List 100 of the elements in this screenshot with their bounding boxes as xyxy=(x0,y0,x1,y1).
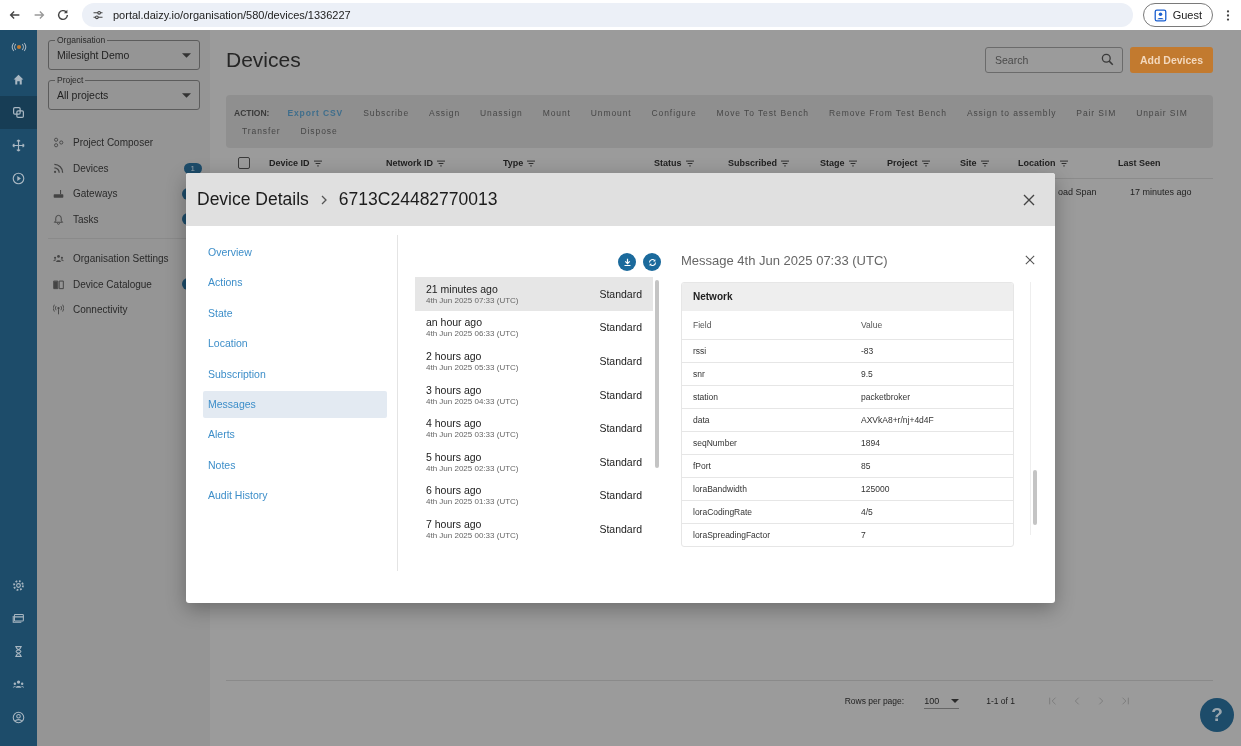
sidebar-item[interactable]: Organisation Settings xyxy=(48,246,200,272)
table-cell-text: rssi xyxy=(692,346,708,356)
close-icon[interactable] xyxy=(1023,193,1035,206)
column-header[interactable]: Subscribed xyxy=(728,158,820,168)
dialog-nav-item[interactable]: Notes xyxy=(203,451,387,479)
table-cell-text: station xyxy=(692,392,720,402)
message-item[interactable]: 5 hours ago 4th Jun 2025 02:33 (UTC) Standard xyxy=(415,444,653,479)
message-item[interactable]: 21 minutes ago 4th Jun 2025 07:33 (UTC) Standard xyxy=(415,277,653,311)
address-bar[interactable]: portal.daizy.io/organisation/580/devices/1336227 xyxy=(82,3,1133,27)
menu-icon[interactable] xyxy=(1226,8,1230,22)
column-header[interactable]: Last Seen xyxy=(1118,158,1213,168)
table-cell-text: oad Span xyxy=(1058,187,1098,197)
site-settings-icon[interactable] xyxy=(92,9,104,21)
people-icon xyxy=(12,678,25,691)
select-all-checkbox[interactable] xyxy=(238,157,250,169)
dialog-nav-item[interactable]: Overview xyxy=(203,239,387,266)
hourglass-icon xyxy=(12,645,25,658)
table-cell-text: loraBandwidth xyxy=(692,484,748,494)
message-item[interactable]: an hour ago 4th Jun 2025 06:33 (UTC) Standard xyxy=(415,310,653,345)
download-icon xyxy=(622,257,632,267)
table-cell-text: snr xyxy=(692,369,706,379)
message-item[interactable]: 4 hours ago 4th Jun 2025 03:33 (UTC) Standard xyxy=(415,411,653,445)
column-header[interactable]: Site xyxy=(960,158,1018,168)
composer-icon xyxy=(53,137,64,149)
filter-icon[interactable] xyxy=(921,159,930,167)
logo-icon xyxy=(10,41,27,52)
column-header[interactable]: Device ID xyxy=(269,158,386,168)
close-icon[interactable] xyxy=(1025,255,1035,265)
filter-icon[interactable] xyxy=(685,159,694,167)
sidebar-item[interactable]: Connectivity xyxy=(48,297,200,323)
rows-per-page-select[interactable]: 100 xyxy=(924,693,960,709)
column-header: Value xyxy=(861,320,883,330)
rail-button[interactable] xyxy=(0,96,37,129)
people-icon xyxy=(53,253,64,265)
field-label: Organisation xyxy=(55,35,108,45)
caret-icon xyxy=(951,698,960,703)
field-label: Project xyxy=(55,75,86,85)
message-title: Message 4th Jun 2025 07:33 (UTC) xyxy=(681,252,888,268)
column-header[interactable]: Status xyxy=(654,158,728,168)
profile-button[interactable]: Guest xyxy=(1142,3,1213,27)
column-header[interactable]: Location xyxy=(1018,158,1118,168)
card-title: Network xyxy=(682,283,1013,311)
dialog-nav-item[interactable]: Messages xyxy=(203,390,387,418)
filter-icon[interactable] xyxy=(1059,159,1068,167)
filter-icon[interactable] xyxy=(527,159,536,167)
book-icon xyxy=(53,278,64,290)
person-icon xyxy=(1153,8,1167,22)
router-icon xyxy=(53,188,64,200)
column-header[interactable]: Network ID xyxy=(386,158,503,168)
rows-per-page-label: Rows per page: xyxy=(844,696,905,706)
filter-icon[interactable] xyxy=(781,159,789,167)
table-cell-text: data xyxy=(692,415,711,425)
dialog-nav-item[interactable]: Actions xyxy=(203,269,387,297)
table-cell-text: fPort xyxy=(692,461,712,471)
chevron-icon xyxy=(320,194,327,205)
home-icon xyxy=(12,73,25,86)
caret-icon xyxy=(182,92,191,98)
table-cell-text: loraCodingRate xyxy=(692,507,754,517)
table-cell: 85 xyxy=(861,461,871,471)
filter-icon[interactable] xyxy=(313,159,322,167)
forward-icon[interactable] xyxy=(32,8,46,22)
filter-icon[interactable] xyxy=(437,159,445,167)
download-button[interactable] xyxy=(618,253,636,271)
dialog-title: Device Details xyxy=(197,189,309,210)
message-item[interactable]: 3 hours ago 4th Jun 2025 04:33 (UTC) Standard xyxy=(415,377,653,412)
dialog-nav-item[interactable]: Alerts xyxy=(203,421,387,449)
table-cell-text: loraSpreadingFactor xyxy=(692,530,771,540)
column-header[interactable]: Type xyxy=(503,158,654,168)
filter-icon[interactable] xyxy=(848,159,857,167)
dialog-nav-item[interactable]: Subscription xyxy=(203,360,387,388)
account-icon xyxy=(12,711,25,724)
filter-icon[interactable] xyxy=(980,159,989,167)
message-item[interactable]: 7 hours ago 4th Jun 2025 00:33 (UTC) Standard xyxy=(415,512,653,546)
message-item[interactable]: 6 hours ago 4th Jun 2025 01:33 (UTC) Standard xyxy=(415,478,653,513)
sidebar-item[interactable]: Project Composer xyxy=(48,130,200,156)
column-header: Field xyxy=(692,320,713,330)
reload-icon[interactable] xyxy=(56,8,70,22)
dialog-nav-item[interactable]: Location xyxy=(203,330,387,358)
dialog-nav-item[interactable]: State xyxy=(203,299,387,327)
sidebar-item[interactable]: Devices 1 xyxy=(48,155,200,181)
table-cell: 7 xyxy=(861,530,866,540)
feed-icon xyxy=(53,162,64,174)
column-header[interactable]: Project xyxy=(887,158,960,168)
table-cell-text: seqNumber xyxy=(692,438,738,448)
page-title: Devices xyxy=(226,48,302,72)
dialog-nav-item[interactable]: Audit History xyxy=(203,482,387,510)
table-cell: 9.5 xyxy=(861,369,873,379)
search-icon[interactable] xyxy=(1100,53,1114,66)
scrollbar[interactable] xyxy=(1030,282,1039,535)
column-header[interactable]: Stage xyxy=(820,158,887,168)
table-cell: 17 minutes ago xyxy=(1130,187,1192,197)
table-cell: -83 xyxy=(861,346,874,356)
back-icon[interactable] xyxy=(8,8,22,22)
refresh-button[interactable] xyxy=(643,253,661,271)
add-devices-button[interactable]: Add Devices xyxy=(1129,47,1213,73)
message-item[interactable]: 2 hours ago 4th Jun 2025 05:33 (UTC) Standard xyxy=(415,344,653,378)
search-field[interactable]: Search xyxy=(984,47,1123,73)
help-button[interactable]: ? xyxy=(1200,698,1234,732)
caret-icon xyxy=(182,52,191,58)
four-arrows-icon xyxy=(12,139,25,152)
